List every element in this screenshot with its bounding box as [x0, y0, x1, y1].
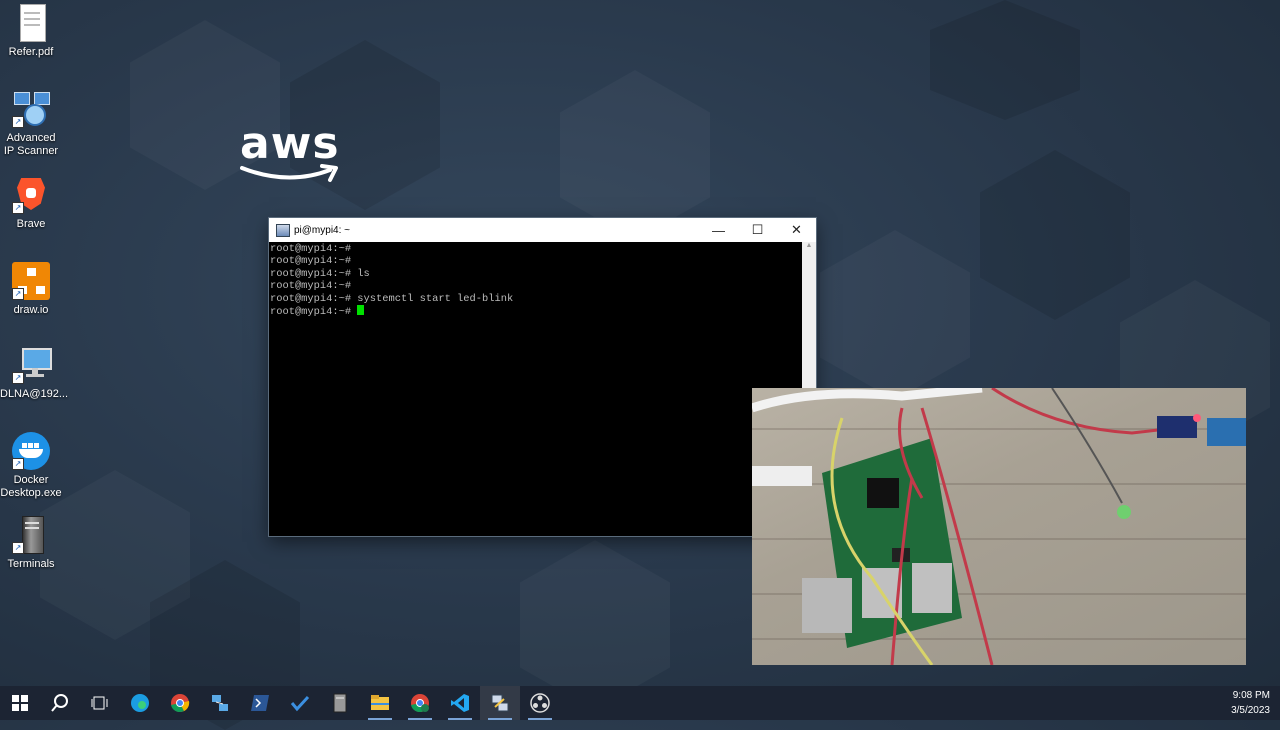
desktop-icon-label: Terminals — [7, 558, 55, 570]
terminal-window[interactable]: pi@mypi4: ~ — ☐ ✕ root@mypi4:~# root@mypi… — [269, 218, 816, 536]
taskbar-server-app[interactable] — [320, 686, 360, 720]
pdf-file-icon — [12, 4, 50, 42]
file-explorer-icon — [371, 695, 389, 710]
desktop-icon-label: DLNA@192... — [0, 388, 69, 400]
desktop-icon-dlna[interactable]: ↗ DLNA@192... — [0, 346, 69, 401]
desktop-icon-label: Advanced IP Scanner — [3, 132, 59, 157]
windows-start-icon — [12, 695, 28, 711]
terminal-output[interactable]: root@mypi4:~# root@mypi4:~# root@mypi4:~# … — [269, 242, 802, 536]
taskbar-chrome-profile[interactable] — [400, 686, 440, 720]
todo-check-icon — [290, 695, 310, 712]
taskbar: 9:08 PM 3/5/2023 — [0, 686, 1280, 720]
maximize-button[interactable]: ☐ — [738, 222, 777, 238]
terminal-line: root@mypi4:~# — [270, 280, 352, 293]
raspberry-pi-scene — [752, 388, 1246, 665]
task-view-icon — [91, 696, 108, 710]
network-computer-icon: ↗ — [12, 346, 52, 384]
terminal-titlebar[interactable]: pi@mypi4: ~ — ☐ ✕ — [269, 218, 816, 242]
desktop-icon-label: draw.io — [13, 304, 49, 316]
close-button[interactable]: ✕ — [777, 222, 816, 238]
chrome-icon — [171, 694, 190, 713]
vscode-icon — [451, 694, 469, 712]
terminal-prompt-line: root@mypi4:~# — [270, 305, 801, 318]
edge-browser-icon — [131, 694, 149, 712]
system-clock[interactable]: 9:08 PM 3/5/2023 — [1231, 686, 1270, 720]
search-icon — [51, 694, 68, 712]
taskbar-vscode[interactable] — [440, 686, 480, 720]
task-view-button[interactable] — [80, 686, 120, 720]
terminal-line: root@mypi4:~# ls — [270, 267, 370, 280]
scroll-up-arrow-icon[interactable]: ▲ — [802, 242, 816, 252]
docker-whale-icon: ↗ — [12, 432, 50, 470]
powershell-icon — [251, 695, 269, 711]
desktop-icon-label: Refer.pdf — [8, 46, 54, 58]
drawio-icon: ↗ — [12, 262, 50, 300]
desktop-icon-terminals[interactable]: ↗ Terminals — [0, 516, 62, 571]
minimize-button[interactable]: — — [699, 223, 738, 238]
camera-feed — [752, 388, 1246, 665]
putty-icon — [491, 694, 509, 712]
desktop-icon-advanced-ip-scanner[interactable]: ↗ Advanced IP Scanner — [0, 90, 62, 158]
desktop-icon-refer-pdf[interactable]: Refer.pdf — [0, 4, 62, 59]
terminal-line: root@mypi4:~# systemctl start led-blink — [270, 292, 514, 305]
search-button[interactable] — [40, 686, 80, 720]
terminal-line: root@mypi4:~# — [270, 255, 352, 268]
terminal-prompt: root@mypi4:~# — [270, 306, 358, 319]
terminal-cursor — [357, 305, 365, 316]
desktop-icon-drawio[interactable]: ↗ draw.io — [0, 262, 62, 317]
network-app-icon — [212, 695, 228, 711]
taskbar-todo[interactable] — [280, 686, 320, 720]
aws-logo: aws — [240, 118, 340, 182]
desktop-icon-label: Docker Desktop.exe — [0, 474, 62, 499]
desktop-icon-docker[interactable]: ↗ Docker Desktop.exe — [0, 432, 62, 500]
taskbar-obs[interactable] — [520, 686, 560, 720]
taskbar-powershell[interactable] — [240, 686, 280, 720]
brave-lion-icon: ↗ — [12, 176, 50, 214]
clock-time: 9:08 PM — [1232, 690, 1270, 701]
server-tower-icon: ↗ — [12, 516, 50, 554]
putty-icon — [276, 223, 290, 237]
chrome-profile-icon — [411, 694, 429, 713]
taskbar-putty[interactable] — [480, 686, 520, 720]
obs-icon — [530, 693, 550, 713]
desktop-icon-label: Brave — [16, 218, 46, 230]
server-app-icon — [333, 693, 347, 713]
network-scanner-icon: ↗ — [12, 90, 50, 128]
desktop-icon-brave[interactable]: ↗ Brave — [0, 176, 62, 231]
taskbar-network-app[interactable] — [200, 686, 240, 720]
taskbar-chrome[interactable] — [160, 686, 200, 720]
clock-date: 3/5/2023 — [1231, 705, 1270, 716]
start-button[interactable] — [0, 686, 40, 720]
taskbar-edge[interactable] — [120, 686, 160, 720]
terminal-title: pi@mypi4: ~ — [294, 224, 351, 236]
terminal-line: root@mypi4:~# — [270, 243, 352, 255]
taskbar-file-explorer[interactable] — [360, 686, 400, 720]
